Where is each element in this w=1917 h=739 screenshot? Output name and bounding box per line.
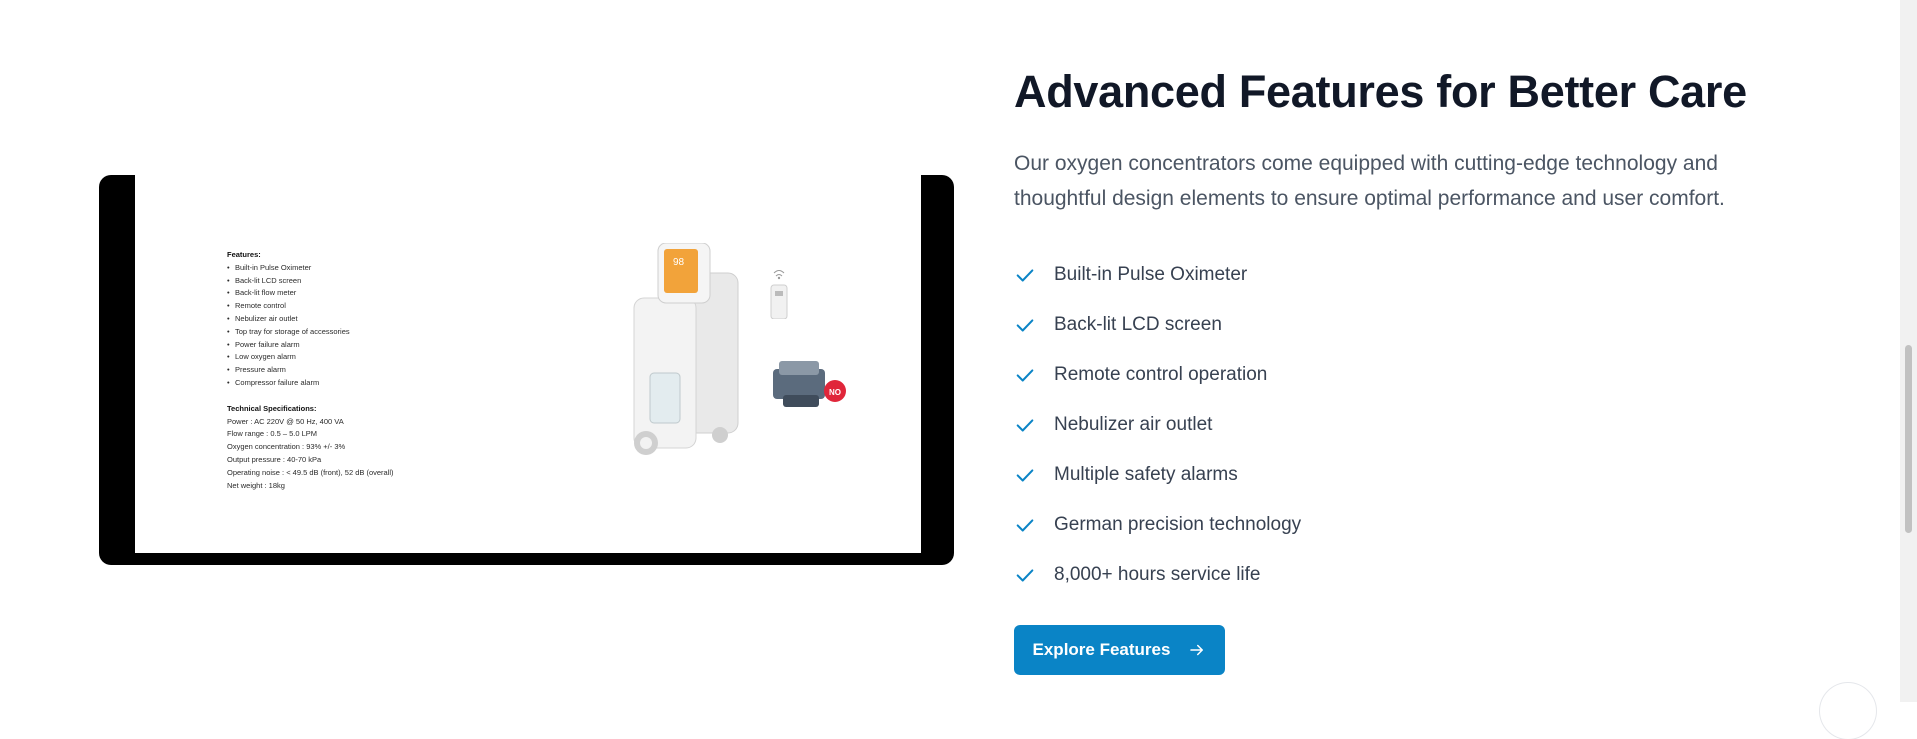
spec-tech-item: Oxygen concentration : 93% +/- 3% [227,442,346,452]
spec-feature-item: Low oxygen alarm [227,351,394,364]
check-icon [1014,414,1036,436]
spec-features-heading: Features: [227,250,261,259]
spec-feature-item: Compressor failure alarm [227,377,394,390]
scrollbar-thumb[interactable] [1905,345,1912,533]
spec-feature-item: Nebulizer air outlet [227,313,394,326]
remote-control-illustration [770,270,788,319]
svg-text:98: 98 [673,257,685,268]
check-icon [1014,314,1036,336]
back-to-top-button[interactable] [1820,683,1876,739]
spec-text-block: Features: Built-in Pulse Oximeter Back-l… [227,249,394,492]
check-icon [1014,264,1036,286]
check-icon [1014,364,1036,386]
feature-item: Nebulizer air outlet [1014,400,1301,450]
spec-feature-item: Back-lit LCD screen [227,275,394,288]
feature-label: 8,000+ hours service life [1054,564,1261,585]
page-scrollbar[interactable] [1900,0,1917,702]
feature-item: Built-in Pulse Oximeter [1014,250,1301,300]
spec-tech-item: Flow range : 0.5 – 5.0 LPM [227,429,318,439]
explore-features-label: Explore Features [1032,640,1171,659]
feature-label: Multiple safety alarms [1054,464,1238,485]
spec-feature-item: Remote control [227,300,394,313]
feature-label: German precision technology [1054,514,1302,535]
section-title: Advanced Features for Better Care [1014,66,1747,117]
check-icon [1014,464,1036,486]
compressor-parts-illustration: NO [773,361,846,407]
spec-feature-item: Top tray for storage of accessories [227,326,394,339]
explore-features-button[interactable]: Explore Features [1014,625,1225,675]
spec-feature-item: Built-in Pulse Oximeter [227,262,394,275]
product-spec-sheet: Features: Built-in Pulse Oximeter Back-l… [135,175,921,553]
feature-label: Built-in Pulse Oximeter [1054,264,1248,285]
spec-features-list: Built-in Pulse Oximeter Back-lit LCD scr… [227,262,394,390]
spec-feature-item: Pressure alarm [227,364,394,377]
spec-tech-item: Output pressure : 40-70 kPa [227,454,322,464]
product-image-panel: Features: Built-in Pulse Oximeter Back-l… [99,175,954,565]
feature-item: 8,000+ hours service life [1014,550,1301,600]
check-icon [1014,514,1036,536]
spec-feature-item: Power failure alarm [227,339,394,352]
feature-label: Nebulizer air outlet [1054,414,1213,435]
oxygen-concentrator-illustration: 98 [633,243,739,455]
no-badge-text: NO [829,388,841,397]
spec-tech-item: Net weight : 18kg [227,480,285,490]
feature-item: Remote control operation [1014,350,1301,400]
feature-label: Remote control operation [1054,364,1268,385]
check-icon [1014,564,1036,586]
arrow-right-icon [1190,644,1204,656]
spec-tech-item: Power : AC 220V @ 50 Hz, 400 VA [227,416,344,426]
feature-item: Back-lit LCD screen [1014,300,1301,350]
feature-item: Multiple safety alarms [1014,450,1301,500]
spec-tech-heading: Technical Specifications: [227,403,317,413]
spec-tech-item: Operating noise : < 49.5 dB (front), 52 … [227,467,394,477]
section-description: Our oxygen concentrators come equipped w… [1014,152,1725,210]
feature-label: Back-lit LCD screen [1054,314,1222,335]
spec-feature-item: Back-lit flow meter [227,287,394,300]
feature-item: German precision technology [1014,500,1301,550]
feature-list: Built-in Pulse Oximeter Back-lit LCD scr… [1014,250,1301,600]
